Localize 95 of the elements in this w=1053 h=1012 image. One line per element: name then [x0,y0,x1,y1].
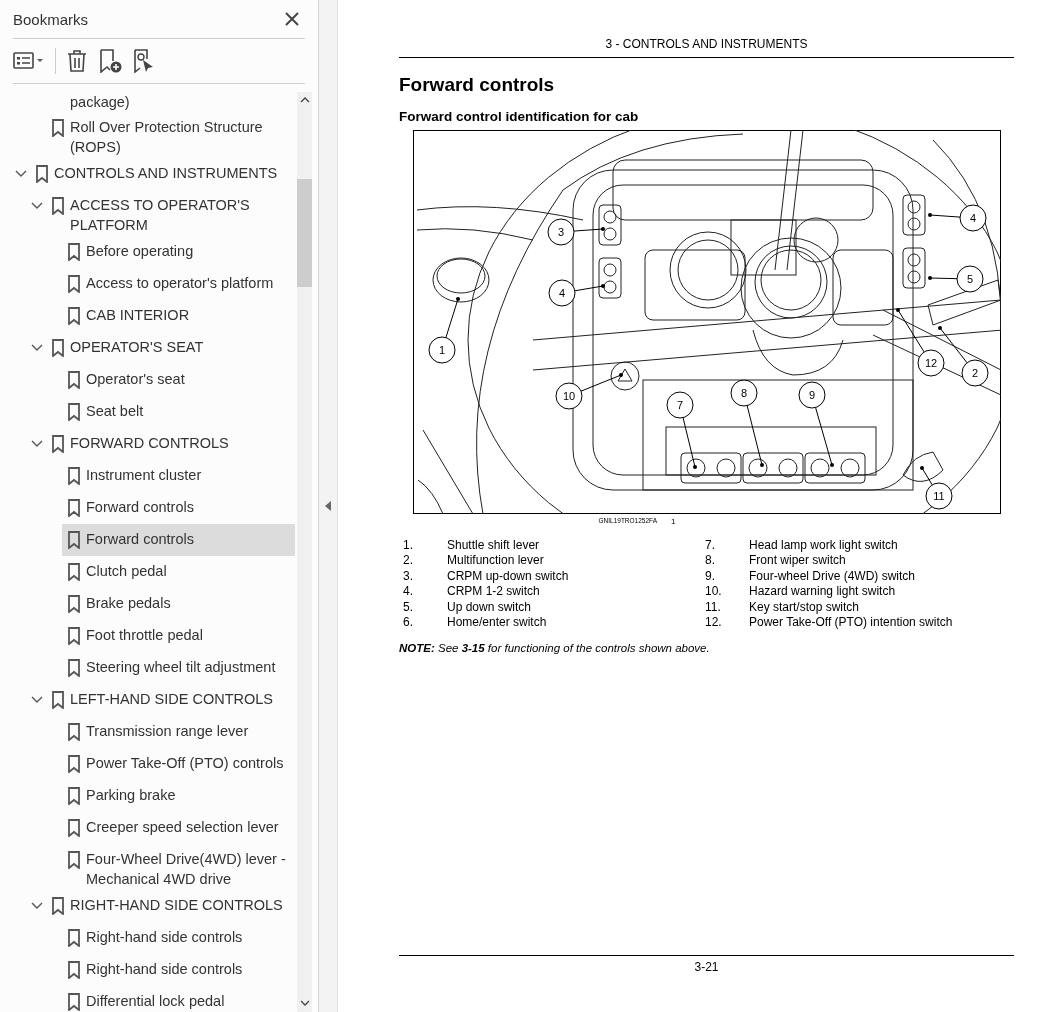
bookmark-icon [68,531,80,549]
bookmark-icon [68,659,80,677]
legend-text: Key start/stop switch [749,599,860,616]
bookmark-item[interactable]: Steering wheel tilt adjustment [62,652,295,684]
legend-number: 4. [402,584,414,600]
scroll-up-icon[interactable] [299,97,310,103]
legend-number: 1. [402,538,414,554]
bookmark-icon [68,723,80,741]
panel-collapse-handle[interactable] [319,0,338,1012]
bookmark-item[interactable]: Brake pedals [62,588,295,620]
bookmark-icon [68,595,80,613]
bookmark-icon [36,165,48,183]
legend-text: Hazard warning light switch [749,584,896,600]
bookmark-icon [52,119,64,137]
bookmark-item[interactable]: Four-Wheel Drive(4WD) lever - Mechanical 4WD drive [62,844,295,890]
legend-text: Power Take-Off (PTO) intention switch [749,615,953,631]
bookmark-item[interactable]: CAB INTERIOR [62,300,295,332]
bookmark-folder[interactable]: LEFT-HAND SIDE CONTROLS [46,684,295,716]
bookmark-icon [68,499,80,517]
bookmark-folder[interactable]: RIGHT-HAND SIDE CONTROLS [46,890,295,922]
panel-title: Bookmarks [13,10,89,28]
bookmark-item[interactable]: Right-hand side controls [62,954,295,986]
bookmark-icon [68,819,80,837]
options-button[interactable] [13,52,45,70]
bookmark-icon [52,691,64,709]
legend-text: Shuttle shift lever [447,538,540,554]
legend-number: 6. [402,615,414,631]
figure-title: Forward control identification for cab [399,109,640,124]
bookmark-item[interactable]: Operator's seat [62,364,295,396]
note-text: NOTE: See 3-15 for functioning of the controls shown above. [399,642,711,655]
figure-number: 1 [671,517,676,526]
section-title: Forward controls [399,74,556,96]
bookmark-item[interactable]: Transmission range lever [62,716,295,748]
legend-text: Home/enter switch [447,615,547,631]
legend-text: Multifunction lever [447,553,544,569]
bookmark-icon [68,993,80,1011]
bookmark-icon [68,403,80,421]
scrollbar-thumb[interactable] [297,179,312,287]
bookmark-folder[interactable]: FORWARD CONTROLS [46,428,295,460]
bookmark-item[interactable]: Parking brake [62,780,295,812]
bookmark-item[interactable]: Power Take-Off (PTO) controls [62,748,295,780]
bookmark-item[interactable]: Instrument cluster [62,460,295,492]
bookmark-label[interactable]: package) [0,92,297,112]
legend-text: Up down switch [447,599,532,616]
legend-number: 2. [402,553,414,569]
legend-number: 5. [402,599,414,616]
legend-text: CRPM 1-2 switch [447,584,540,600]
bookmark-icon [68,275,80,293]
bookmark-item[interactable]: Creeper speed selection lever [62,812,295,844]
scrollbar[interactable] [297,92,312,1012]
close-icon[interactable] [285,12,299,26]
legend-text: Four-wheel Drive (4WD) switch [749,568,916,585]
bookmark-item[interactable]: Roll Over Protection Structure (ROPS) [46,112,295,158]
bookmark-icon [68,563,80,581]
page-header: 3 - CONTROLS AND INSTRUMENTS [604,37,809,51]
bookmark-icon [52,339,64,357]
bookmark-icon [68,627,80,645]
legend-number: 11. [704,599,722,616]
bookmark-icon [68,787,80,805]
bookmark-icon [52,897,64,915]
bookmark-icon [68,851,80,869]
bookmark-item[interactable]: Right-hand side controls [62,922,295,954]
bookmark-folder[interactable]: OPERATOR'S SEAT [46,332,295,364]
bookmark-folder[interactable]: CONTROLS AND INSTRUMENTS [30,158,295,190]
bookmark-icon [68,467,80,485]
trash-icon[interactable] [66,49,88,73]
bookmark-item[interactable]: Forward controls [62,524,295,556]
bookmark-item[interactable]: Clutch pedal [62,556,295,588]
bookmark-item[interactable]: Foot throttle pedal [62,620,295,652]
legend-number: 7. [704,538,716,554]
legend-number: 12. [704,615,723,631]
bookmark-item[interactable]: Before operating [62,236,295,268]
legend-text: CRPM up-down switch [447,568,569,585]
bookmark-icon [68,755,80,773]
bookmark-item[interactable]: Forward controls [62,492,295,524]
legend-number: 9. [704,568,716,585]
bookmark-icon [68,929,80,947]
legend-number: 10. [704,584,723,600]
bookmark-item[interactable]: Access to operator's platform [62,268,295,300]
bookmark-icon [52,435,64,453]
add-bookmark-icon[interactable] [98,49,122,73]
bookmark-icon [68,371,80,389]
bookmark-icon [68,243,80,261]
bookmark-item[interactable]: Differential lock pedal [62,986,295,1012]
bookmark-item[interactable]: Seat belt [62,396,295,428]
bookmark-icon [52,197,64,215]
legend-number: 3. [402,568,414,585]
legend-number: 8. [704,553,716,569]
bookmark-folder[interactable]: ACCESS TO OPERATOR'S PLATFORM [46,190,295,236]
legend-text: Head lamp work light switch [749,538,898,554]
bookmark-icon [68,961,80,979]
scroll-down-icon[interactable] [299,1000,310,1006]
legend-text: Front wiper switch [749,553,846,569]
bookmark-icon [68,307,80,325]
page-number: 3-21 [693,960,720,974]
